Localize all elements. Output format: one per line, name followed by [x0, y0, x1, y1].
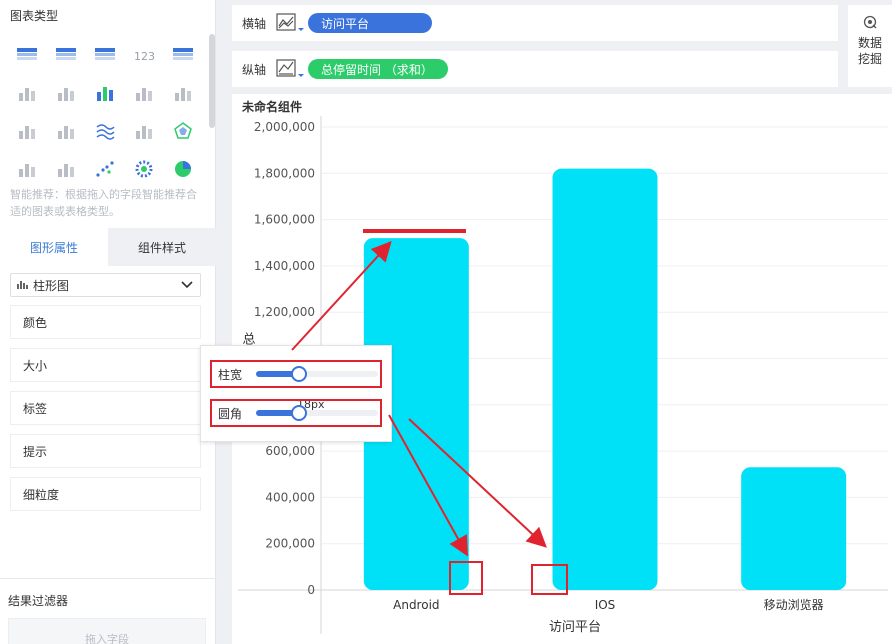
table-icon[interactable]	[8, 36, 46, 74]
axis-type-icon[interactable]	[276, 12, 308, 34]
x-tick-label: Android	[393, 598, 439, 612]
map-point-icon[interactable]	[8, 74, 46, 112]
y-tick-label: 1,600,000	[254, 213, 315, 227]
x-axis-field-pill[interactable]: 访问平台	[308, 13, 432, 33]
y-tick-label: 400,000	[265, 490, 315, 504]
result-filter-title: 结果过滤器	[8, 594, 69, 608]
detail-table-icon[interactable]	[86, 36, 124, 74]
data-mining-icon	[863, 15, 877, 33]
filter-drop-field[interactable]: 拖入字段	[8, 618, 206, 644]
grouped-bar-icon[interactable]	[86, 74, 124, 112]
bar	[552, 168, 658, 591]
y-axis-label: 纵轴	[242, 62, 267, 77]
chart-types-title: 图表类型	[10, 9, 59, 23]
x-axis-bar: 横轴 访问平台	[232, 5, 838, 41]
scatter-step-icon[interactable]	[47, 112, 85, 150]
multi-line-icon[interactable]	[86, 112, 124, 150]
column-icon[interactable]	[47, 150, 85, 188]
x-tick-label: 移动浏览器	[764, 597, 824, 612]
chart-type-select[interactable]: 柱形图	[10, 273, 201, 297]
bar-style-popup: 柱宽 18px 圆角	[200, 345, 392, 442]
stacked-bar-icon[interactable]	[125, 74, 163, 112]
matrix-icon[interactable]	[8, 112, 46, 150]
tab-component-style[interactable]: 组件样式	[108, 228, 216, 266]
bar-icon[interactable]	[164, 74, 202, 112]
x-tick-label: IOS	[595, 598, 616, 612]
chevron-down-icon	[180, 278, 194, 295]
app-root: 图表类型 123 智能推荐：根据拖入的字段智能推荐合适的图表或表格类型。 图形属…	[0, 0, 892, 644]
axis-type-icon[interactable]	[276, 58, 308, 80]
corner-radius-row: 圆角	[210, 399, 382, 427]
bar-width-knob[interactable]	[290, 366, 307, 382]
bar	[741, 467, 847, 590]
bar-chart-icon	[17, 278, 29, 292]
component-title: 未命名组件	[242, 100, 303, 114]
y-tick-label: 1,400,000	[254, 259, 315, 273]
property-tooltip[interactable]: 提示	[10, 434, 201, 468]
kpi-number-icon[interactable]: 123	[125, 36, 163, 74]
property-granularity[interactable]: 细粒度	[10, 477, 201, 511]
left-panel: 图表类型 123 智能推荐：根据拖入的字段智能推荐合适的图表或表格类型。 图形属…	[0, 0, 216, 644]
radar-icon[interactable]	[164, 112, 202, 150]
property-label[interactable]: 标签	[10, 391, 201, 425]
y-axis-bar: 纵轴 总停留时间 （求和）	[232, 51, 838, 87]
bubble-icon[interactable]	[125, 150, 163, 188]
y-tick-label: 1,800,000	[254, 166, 315, 180]
bar-width-row: 柱宽	[210, 360, 382, 388]
x-axis-title: 访问平台	[549, 620, 601, 635]
panel-divider	[0, 578, 216, 579]
property-color[interactable]: 颜色	[10, 305, 201, 339]
chart-type-grid: 123	[8, 36, 204, 188]
chart-type-select-label: 柱形图	[33, 278, 70, 293]
y-tick-label: 600,000	[265, 444, 315, 458]
crosstab-icon[interactable]	[47, 36, 85, 74]
data-mining-label-1: 数据	[857, 36, 882, 50]
svg-text:123: 123	[134, 50, 155, 62]
dot-scatter-icon[interactable]	[86, 150, 124, 188]
data-mining-label-2: 挖掘	[857, 52, 882, 66]
bar-width-slider[interactable]	[256, 366, 378, 382]
y-axis-field-pill[interactable]: 总停留时间 （求和）	[308, 59, 448, 79]
property-size[interactable]: 大小	[10, 348, 201, 382]
heatmap-icon[interactable]	[47, 74, 85, 112]
corner-radius-slider[interactable]	[256, 405, 378, 421]
corner-radius-knob[interactable]	[290, 405, 307, 421]
y-tick-label: 2,000,000	[254, 120, 315, 134]
smart-recommend-hint: 智能推荐：根据拖入的字段智能推荐合适的图表或表格类型。	[10, 188, 197, 218]
x-axis-label: 横轴	[242, 16, 267, 31]
y-tick-label: 1,200,000	[254, 305, 315, 319]
chart-types-scrollbar[interactable]	[209, 34, 215, 128]
y-tick-label: 0	[307, 583, 315, 597]
pie-icon[interactable]	[164, 150, 202, 188]
data-mining-button[interactable]: 数据 挖掘	[848, 5, 892, 87]
tab-graphic-properties[interactable]: 图形属性	[0, 228, 108, 266]
area-line-icon[interactable]	[125, 112, 163, 150]
kpi-card-icon[interactable]	[164, 36, 202, 74]
area-stack-icon[interactable]	[8, 150, 46, 188]
bar-width-label: 柱宽	[218, 367, 243, 382]
y-tick-label: 200,000	[265, 537, 315, 551]
property-tabs: 图形属性 组件样式	[0, 228, 216, 266]
corner-radius-label: 圆角	[218, 406, 243, 421]
